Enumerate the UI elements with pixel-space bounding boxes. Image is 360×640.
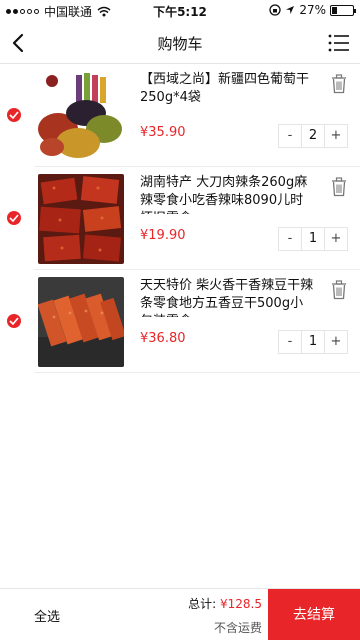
status-right: 27% [269,3,356,17]
bottom-bar: 全选 总计: ¥128.5 不含运费 去结算 [0,588,360,640]
select-all[interactable]: 全选 [12,606,60,625]
cart-item: 天天特价 柴火香干香辣豆干辣条零食地方五香豆干500g小包装零食 ¥36.80 … [7,270,360,373]
list-menu-icon[interactable] [326,30,352,56]
decrease-button[interactable]: - [279,125,301,147]
product-image[interactable] [38,174,124,264]
checkout-button[interactable]: 去结算 [268,589,360,640]
quantity-stepper: - 1 + [278,330,348,354]
location-arrow-icon [286,6,295,14]
checkmark-icon [9,317,19,325]
product-title[interactable]: 湖南特产 大刀肉辣条260g麻辣零食小吃香辣味8090儿时怀旧零食 [140,174,316,214]
trash-icon[interactable] [330,74,348,94]
product-title[interactable]: 天天特价 柴火香干香辣豆干辣条零食地方五香豆干500g小包装零食 [140,277,316,317]
battery-icon [330,4,356,16]
quantity-stepper: - 2 + [278,124,348,148]
orientation-lock-icon [269,4,281,16]
product-price: ¥36.80 [140,331,186,346]
quantity-value[interactable]: 2 [301,125,325,147]
product-price: ¥35.90 [140,125,186,140]
increase-button[interactable]: + [325,228,347,250]
quantity-value[interactable]: 1 [301,331,325,353]
quantity-stepper: - 1 + [278,227,348,251]
decrease-button[interactable]: - [279,228,301,250]
status-bar: 中国联通 下午5:12 27% [0,0,360,22]
total-summary: 总计: ¥128.5 [188,595,262,612]
cart-item: 湖南特产 大刀肉辣条260g麻辣零食小吃香辣味8090儿时怀旧零食 ¥19.90… [7,167,360,270]
select-all-label: 全选 [34,610,61,625]
checkmark-icon [9,214,19,222]
product-title[interactable]: 【西域之尚】新疆四色葡萄干250g*4袋 [140,71,316,111]
page-title: 购物车 [157,35,203,53]
product-image[interactable] [38,277,124,367]
product-image[interactable] [38,71,124,161]
trash-icon[interactable] [330,280,348,300]
item-checkbox[interactable] [7,108,21,122]
increase-button[interactable]: + [325,331,347,353]
trash-icon[interactable] [330,177,348,197]
increase-button[interactable]: + [325,125,347,147]
shipping-note: 不含运费 [213,621,262,635]
total-amount: ¥128.5 [220,597,262,611]
item-checkbox[interactable] [7,314,21,328]
total-label: 总计: [188,597,217,611]
nav-bar: 购物车 [0,22,360,64]
battery-percent: 27% [299,3,326,17]
decrease-button[interactable]: - [279,331,301,353]
cart-list: 【西域之尚】新疆四色葡萄干250g*4袋 ¥35.90 - 2 + 湖南特产 大… [0,64,360,373]
quantity-value[interactable]: 1 [301,228,325,250]
cart-item: 【西域之尚】新疆四色葡萄干250g*4袋 ¥35.90 - 2 + [7,64,360,167]
checkmark-icon [9,111,19,119]
product-price: ¥19.90 [140,228,186,243]
item-checkbox[interactable] [7,211,21,225]
